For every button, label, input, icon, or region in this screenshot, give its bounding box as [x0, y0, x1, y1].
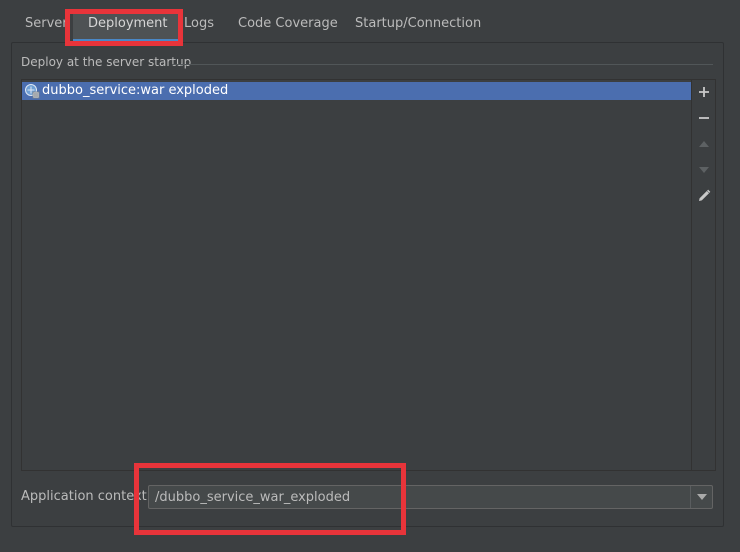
add-button[interactable]: [692, 80, 716, 104]
tab-server[interactable]: Server: [13, 10, 80, 42]
group-title: Deploy at the server startup: [21, 55, 192, 69]
tab-deployment[interactable]: Deployment: [73, 10, 183, 42]
tab-startup-connection[interactable]: Startup/Connection: [343, 10, 493, 42]
move-down-button[interactable]: [692, 158, 716, 182]
application-context-label: Application context:: [21, 489, 152, 504]
artifact-icon: [24, 83, 40, 99]
tab-code-coverage[interactable]: Code Coverage: [226, 10, 350, 42]
edit-button[interactable]: [692, 184, 716, 208]
tab-strip: Server Deployment Logs Code Coverage Sta…: [0, 0, 740, 42]
edit-icon: [699, 189, 711, 201]
list-toolbar: [691, 80, 715, 470]
run-configuration-panel: Server Deployment Logs Code Coverage Sta…: [0, 0, 740, 552]
move-up-button[interactable]: [692, 132, 716, 156]
move-up-icon: [699, 141, 709, 147]
tab-logs[interactable]: Logs: [172, 10, 226, 42]
dropdown-button[interactable]: [690, 486, 712, 508]
deploy-list[interactable]: dubbo_service:war exploded: [22, 80, 691, 470]
list-item[interactable]: dubbo_service:war exploded: [22, 82, 691, 100]
add-icon: [699, 87, 709, 97]
application-context-combo[interactable]: [148, 485, 713, 509]
deploy-list-container: dubbo_service:war exploded: [21, 79, 716, 471]
remove-button[interactable]: [692, 106, 716, 130]
move-down-icon: [699, 167, 709, 173]
remove-icon: [699, 117, 709, 119]
deployment-panel: Deploy at the server startup dubbo_servi…: [11, 42, 724, 527]
group-divider: [172, 64, 713, 65]
list-item-label: dubbo_service:war exploded: [42, 83, 229, 98]
chevron-down-icon: [696, 494, 707, 500]
application-context-input[interactable]: [149, 486, 689, 508]
